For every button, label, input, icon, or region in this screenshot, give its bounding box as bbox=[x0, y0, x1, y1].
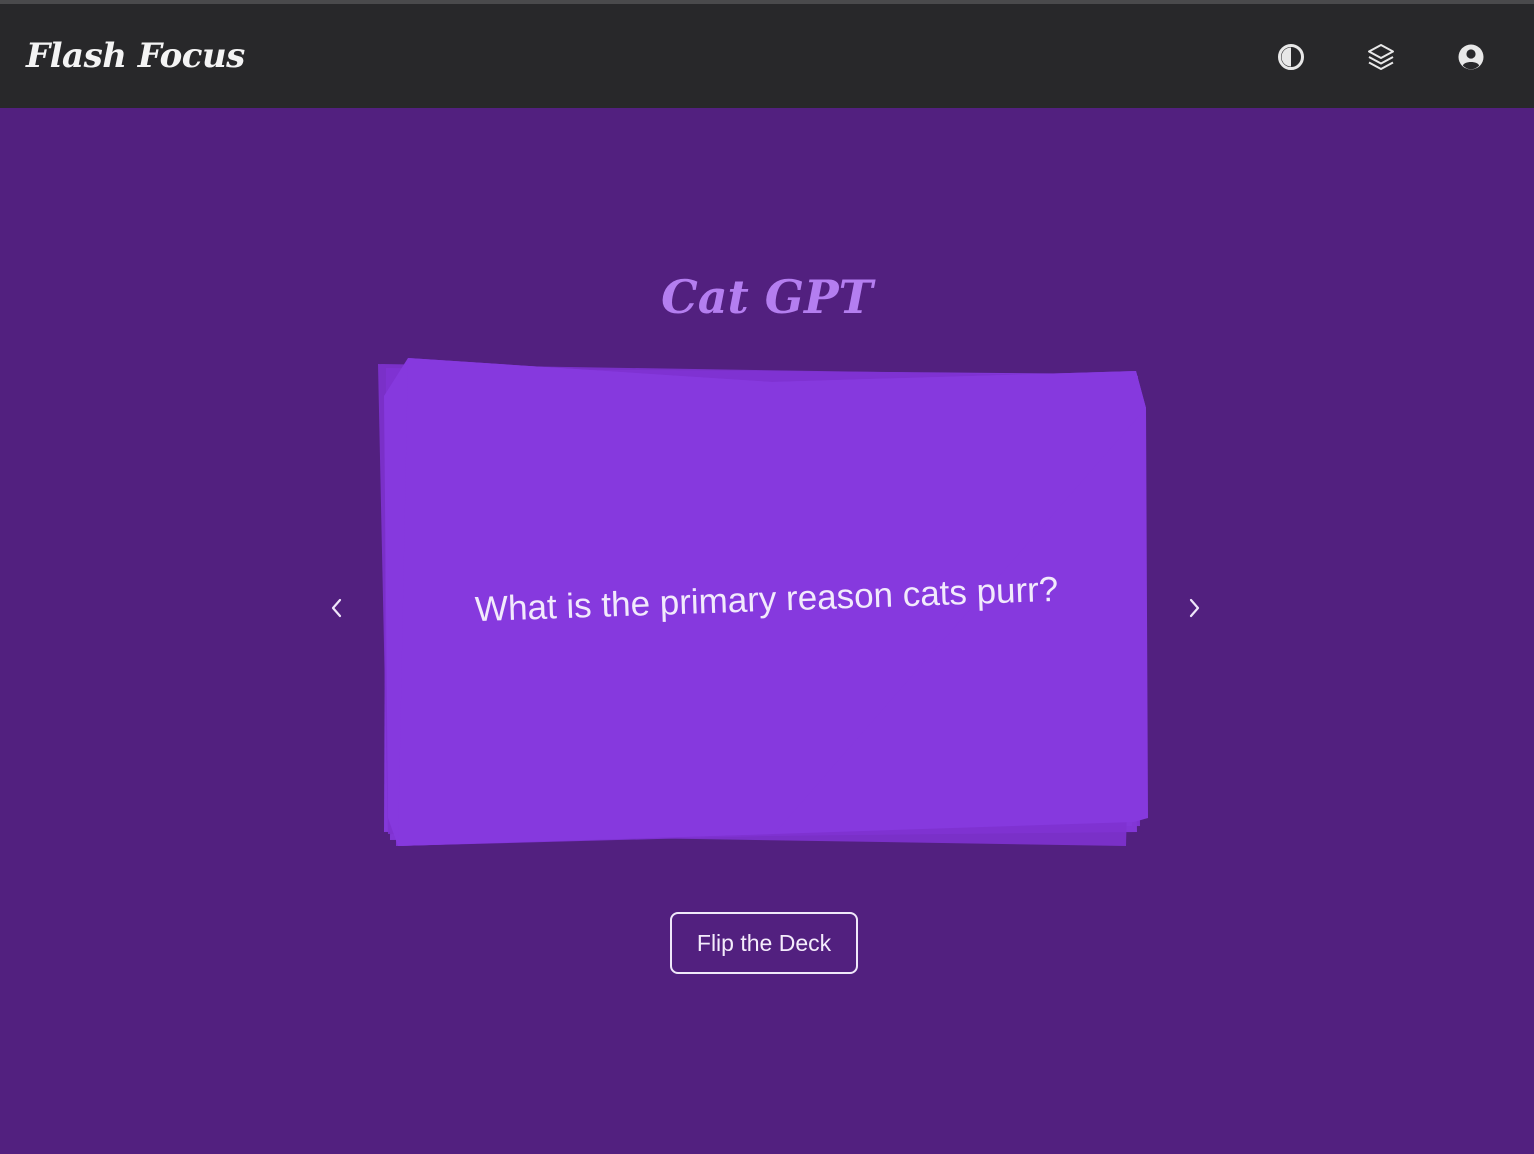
brand-logo[interactable]: Flash Focus bbox=[26, 36, 245, 76]
deck-title: Cat GPT bbox=[661, 270, 873, 324]
navbar: Flash Focus bbox=[0, 4, 1534, 108]
user-account-icon[interactable] bbox=[1456, 42, 1486, 72]
flip-deck-button[interactable]: Flip the Deck bbox=[670, 912, 858, 974]
layers-icon[interactable] bbox=[1366, 42, 1396, 72]
chevron-right-icon bbox=[1189, 598, 1200, 618]
contrast-toggle-icon[interactable] bbox=[1276, 42, 1306, 72]
next-card-button[interactable] bbox=[1180, 594, 1208, 622]
